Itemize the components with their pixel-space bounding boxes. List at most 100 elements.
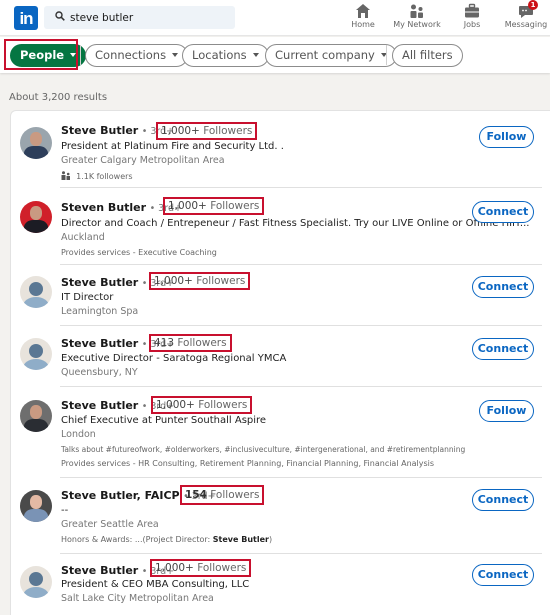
- highlight-box: [4, 39, 78, 70]
- results-count: About 3,200 results: [9, 92, 108, 103]
- filter-connections-label: Connections: [95, 48, 167, 62]
- result-location: Salt Lake City Metropolitan Area: [61, 593, 214, 604]
- filter-connections[interactable]: Connections: [85, 44, 189, 67]
- followers-label: Followers: [210, 200, 260, 212]
- result-talks-about: Talks about #futureofwork, #olderworkers…: [61, 445, 466, 454]
- followers-highlight: 413 Followers: [149, 334, 232, 352]
- followers-highlight: 1,000+ Followers: [151, 396, 253, 414]
- linkedin-logo[interactable]: in: [14, 6, 38, 30]
- network-icon: [410, 4, 423, 18]
- global-nav: in Home My Network Jobs 1 Messaging: [0, 0, 550, 36]
- follow-button[interactable]: Follow: [479, 126, 534, 148]
- avatar-placeholder[interactable]: [20, 566, 52, 598]
- all-filters-label: All filters: [402, 48, 453, 62]
- filter-locations[interactable]: Locations: [182, 44, 269, 67]
- nav-messaging[interactable]: 1 Messaging: [496, 0, 550, 35]
- result-name[interactable]: Steven Butler: [61, 201, 146, 214]
- avatar[interactable]: [20, 490, 52, 522]
- follow-button[interactable]: Follow: [479, 400, 534, 422]
- nav-jobs[interactable]: Jobs: [442, 3, 502, 35]
- nav-my-network[interactable]: My Network: [387, 3, 447, 35]
- result-item: Steve Butler • 3rd+ 1,000+ Followers Pre…: [10, 111, 550, 188]
- nav-home-label: Home: [351, 20, 375, 29]
- connect-button[interactable]: Connect: [472, 201, 534, 223]
- all-filters-button[interactable]: All filters: [392, 44, 463, 67]
- result-headline: --: [61, 505, 69, 516]
- followers-label: Followers: [210, 489, 260, 501]
- result-item: Steve Butler • 3rd+ 413 Followers Execut…: [10, 326, 550, 387]
- followers-count: 1,000+: [155, 562, 194, 574]
- result-name[interactable]: Steve Butler, FAICP: [61, 489, 180, 502]
- result-item: Steve Butler • 3rd+ 1,000+ Followers IT …: [10, 265, 550, 326]
- avatar-placeholder[interactable]: [20, 338, 52, 370]
- result-headline: IT Director: [61, 292, 114, 303]
- result-location: London: [61, 429, 96, 440]
- followers-highlight: 1,000+ Followers: [149, 272, 251, 290]
- caret-down-icon: [252, 52, 259, 57]
- followers-highlight: 1,000+ Followers: [156, 122, 258, 140]
- followers-highlight: 154 Followers: [180, 485, 265, 505]
- result-headline: Executive Director - Saratoga Regional Y…: [61, 353, 287, 364]
- avatar[interactable]: [20, 201, 52, 233]
- search-input[interactable]: [70, 9, 230, 26]
- nav-home[interactable]: Home: [333, 3, 393, 35]
- connect-button[interactable]: Connect: [472, 564, 534, 586]
- result-services: Provides services - HR Consulting, Retir…: [61, 459, 435, 468]
- followers-label: Followers: [197, 562, 247, 574]
- followers-label: Followers: [203, 125, 253, 137]
- result-name[interactable]: Steve Butler: [61, 276, 138, 289]
- result-extra: Provides services - Executive Coaching: [61, 248, 217, 257]
- result-location: Greater Calgary Metropolitan Area: [61, 155, 225, 166]
- followers-highlight: 1,000+ Followers: [150, 559, 252, 577]
- followers-count: 1,000+: [154, 275, 193, 287]
- result-name[interactable]: Steve Butler: [61, 337, 138, 350]
- result-item: Steve Butler, FAICP • 3rd+ 154 Followers…: [10, 478, 550, 554]
- result-name[interactable]: Steve Butler: [61, 399, 138, 412]
- result-headline: Chief Executive at Punter Southall Aspir…: [61, 415, 267, 426]
- result-location: Queensbury, NY: [61, 367, 138, 378]
- connect-button[interactable]: Connect: [472, 489, 534, 511]
- honors-text: Honors & Awards: ...(Project Director:: [61, 535, 213, 544]
- avatar-placeholder[interactable]: [20, 276, 52, 308]
- filter-locations-label: Locations: [192, 48, 247, 62]
- filter-current-company-label: Current company: [275, 48, 375, 62]
- result-name[interactable]: Steve Butler: [61, 124, 138, 137]
- home-icon: [356, 4, 370, 18]
- followers-label: Followers: [196, 275, 246, 287]
- search-icon: [55, 11, 65, 21]
- avatar[interactable]: [20, 127, 52, 159]
- result-item: Steve Butler • 3rd+ 1,000+ Followers Chi…: [10, 387, 550, 478]
- avatar[interactable]: [20, 400, 52, 432]
- result-item: Steven Butler • 3rd+ 1,000+ Followers Di…: [10, 188, 550, 265]
- divider: [80, 45, 81, 65]
- nav-jobs-label: Jobs: [463, 20, 481, 29]
- divider: [386, 45, 387, 65]
- followers-label: Followers: [198, 399, 248, 411]
- search-box[interactable]: [44, 6, 235, 29]
- filter-current-company[interactable]: Current company: [265, 44, 397, 67]
- nav-messaging-label: Messaging: [504, 20, 548, 29]
- nav-my-network-label: My Network: [393, 20, 441, 29]
- result-honors: Honors & Awards: ...(Project Director: S…: [61, 535, 272, 544]
- followers-count: 413: [154, 337, 175, 349]
- briefcase-icon: [465, 3, 479, 18]
- connect-button[interactable]: Connect: [472, 276, 534, 298]
- followers-count: 154: [185, 489, 207, 501]
- result-location: Auckland: [61, 232, 105, 243]
- result-name[interactable]: Steve Butler: [61, 564, 138, 577]
- notification-badge: 1: [528, 0, 538, 10]
- result-extra: 1.1K followers: [61, 171, 133, 181]
- result-headline: Director and Coach / Entrepeneur / Fast …: [61, 218, 530, 229]
- follower-count: 1.1K followers: [76, 172, 133, 181]
- followers-label: Followers: [177, 337, 227, 349]
- followers-highlight: 1,000+ Followers: [163, 197, 265, 215]
- result-location: Leamington Spa: [61, 306, 139, 317]
- followers-count: 1,000+: [161, 125, 200, 137]
- caret-down-icon: [172, 52, 179, 57]
- connect-button[interactable]: Connect: [472, 338, 534, 360]
- people-icon: [61, 171, 70, 180]
- messaging-icon-wrap: 1: [518, 0, 538, 19]
- honors-suffix: ): [268, 535, 273, 544]
- result-headline: President at Platinum Fire and Security …: [61, 141, 284, 152]
- followers-count: 1,000+: [168, 200, 207, 212]
